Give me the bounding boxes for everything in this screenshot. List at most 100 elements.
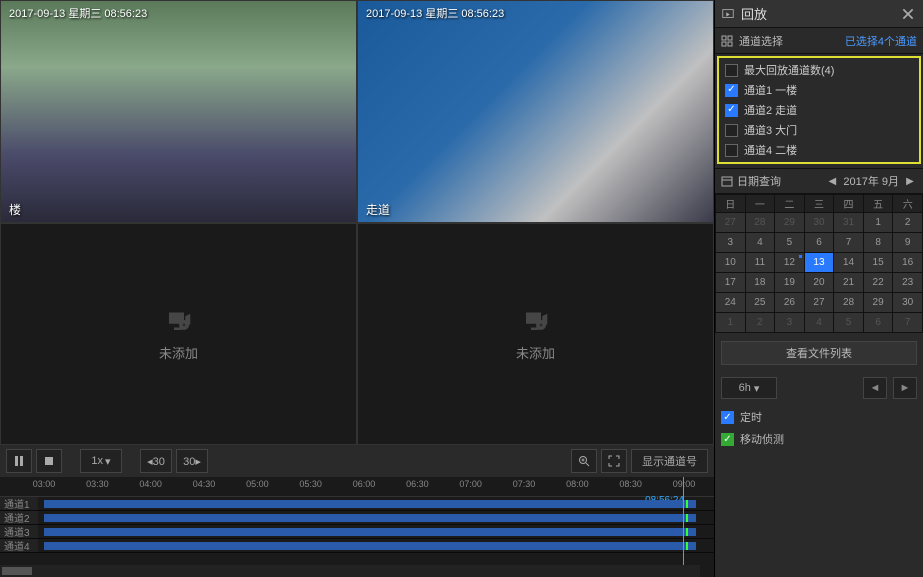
video-cell-1[interactable]: 2017-09-13 星期三 08:56:23 楼 [0,0,357,223]
calendar-day[interactable]: 29 [775,213,805,233]
prev-month-button[interactable]: ◀ [825,174,839,188]
channel-label: 最大回放通道数(4) [744,62,834,78]
calendar-day[interactable]: 15 [863,253,893,273]
checkbox[interactable] [725,84,738,97]
channel-item[interactable]: 通道2 走道 [719,100,919,120]
calendar-day[interactable]: 22 [863,273,893,293]
checkbox[interactable] [725,124,738,137]
calendar-day[interactable]: 10 [716,253,746,273]
file-list-button[interactable]: 查看文件列表 [721,341,917,365]
calendar-day[interactable]: 1 [863,213,893,233]
calendar-day[interactable]: 4 [804,313,834,333]
channel-icon [721,35,733,47]
calendar-day[interactable]: 16 [893,253,923,273]
calendar-day[interactable]: 8 [863,233,893,253]
calendar: 日一二三四五六272829303112345678910111213141516… [715,194,923,333]
chevron-down-icon: ▾ [754,382,760,395]
channel-item[interactable]: 通道4 二楼 [719,140,919,160]
checkbox[interactable] [725,64,738,77]
calendar-day[interactable]: 5 [834,313,864,333]
legend-motion[interactable]: 移动侦测 [721,431,917,447]
calendar-day[interactable]: 5 [775,233,805,253]
calendar-day[interactable]: 24 [716,293,746,313]
checkbox-icon [721,411,734,424]
camera-plus-icon [164,305,194,335]
calendar-day[interactable]: 30 [893,293,923,313]
timeline-prev-button[interactable]: ◄ [863,377,887,399]
calendar-day[interactable]: 2 [893,213,923,233]
show-channel-button[interactable]: 显示通道号 [631,449,708,473]
video-cell-3[interactable]: 未添加 [0,223,357,446]
calendar-day[interactable]: 14 [834,253,864,273]
timeline-row[interactable]: 通道4 [0,539,714,553]
date-section-label: 日期查询 [737,173,821,189]
calendar-day[interactable]: 20 [804,273,834,293]
timeline-row[interactable]: 通道2 [0,511,714,525]
speed-select[interactable]: 1x▾ [80,449,122,473]
stop-button[interactable] [36,449,62,473]
calendar-day[interactable]: 4 [745,233,775,253]
chevron-down-icon: ▾ [105,455,111,468]
channel-item[interactable]: 通道1 一楼 [719,80,919,100]
back-30-button[interactable]: ◂30 [140,449,172,473]
calendar-day[interactable]: 29 [863,293,893,313]
fullscreen-button[interactable] [601,449,627,473]
close-button[interactable] [899,5,917,23]
calendar-day[interactable]: 6 [804,233,834,253]
calendar-day[interactable]: 18 [745,273,775,293]
timeline-row[interactable]: 通道3 [0,525,714,539]
playback-panel: 回放 通道选择 已选择4个通道 最大回放通道数(4)通道1 一楼通道2 走道通道… [714,0,923,577]
calendar-day[interactable]: 30 [804,213,834,233]
timeline-row-label: 通道2 [0,511,38,524]
calendar-day[interactable]: 13 [804,253,834,273]
calendar-day[interactable]: 7 [834,233,864,253]
timeline-bar [44,500,696,508]
fwd-30-button[interactable]: 30▸ [176,449,208,473]
zoom-select[interactable]: 6h▾ [721,377,777,399]
next-month-button[interactable]: ▶ [903,174,917,188]
calendar-day[interactable]: 1 [716,313,746,333]
calendar-day[interactable]: 23 [893,273,923,293]
time-tick: 08:00 [566,479,589,489]
calendar-day[interactable]: 25 [745,293,775,313]
scrollbar-thumb[interactable] [2,567,32,575]
checkbox[interactable] [725,144,738,157]
timeline-next-button[interactable]: ► [893,377,917,399]
calendar-day[interactable]: 27 [804,293,834,313]
calendar-day[interactable]: 27 [716,213,746,233]
timeline-row[interactable]: 通道1 [0,497,714,511]
timeline-scrollbar[interactable] [0,565,700,577]
camera-plus-icon [521,305,551,335]
timeline-cursor[interactable] [683,477,684,577]
calendar-day[interactable]: 11 [745,253,775,273]
weekday-header: 五 [863,195,893,213]
video-cell-2[interactable]: 2017-09-13 星期三 08:56:23 走道 [357,0,714,223]
pause-button[interactable] [6,449,32,473]
video-grid: 2017-09-13 星期三 08:56:23 楼 2017-09-13 星期三… [0,0,714,445]
channel-item[interactable]: 通道3 大门 [719,120,919,140]
calendar-day[interactable]: 26 [775,293,805,313]
calendar-day[interactable]: 9 [893,233,923,253]
calendar-day[interactable]: 3 [716,233,746,253]
calendar-day[interactable]: 21 [834,273,864,293]
channel-label: 通道1 一楼 [744,82,797,98]
video-cell-4[interactable]: 未添加 [357,223,714,446]
calendar-day[interactable]: 6 [863,313,893,333]
calendar-day[interactable]: 17 [716,273,746,293]
timeline[interactable]: 03:0003:3004:0004:3005:0005:3006:0006:30… [0,477,714,577]
zoom-in-button[interactable] [571,449,597,473]
calendar-day[interactable]: 12 [775,253,805,273]
calendar-day[interactable]: 28 [834,293,864,313]
calendar-day[interactable]: 28 [745,213,775,233]
calendar-day[interactable]: 19 [775,273,805,293]
timestamp-overlay: 2017-09-13 星期三 08:56:23 [366,5,504,21]
calendar-day[interactable]: 31 [834,213,864,233]
legend-scheduled[interactable]: 定时 [721,409,917,425]
weekday-header: 一 [745,195,775,213]
checkbox[interactable] [725,104,738,117]
time-ruler[interactable]: 03:0003:3004:0004:3005:0005:3006:0006:30… [0,477,714,497]
calendar-day[interactable]: 2 [745,313,775,333]
calendar-day[interactable]: 7 [893,313,923,333]
channel-item[interactable]: 最大回放通道数(4) [719,60,919,80]
calendar-day[interactable]: 3 [775,313,805,333]
